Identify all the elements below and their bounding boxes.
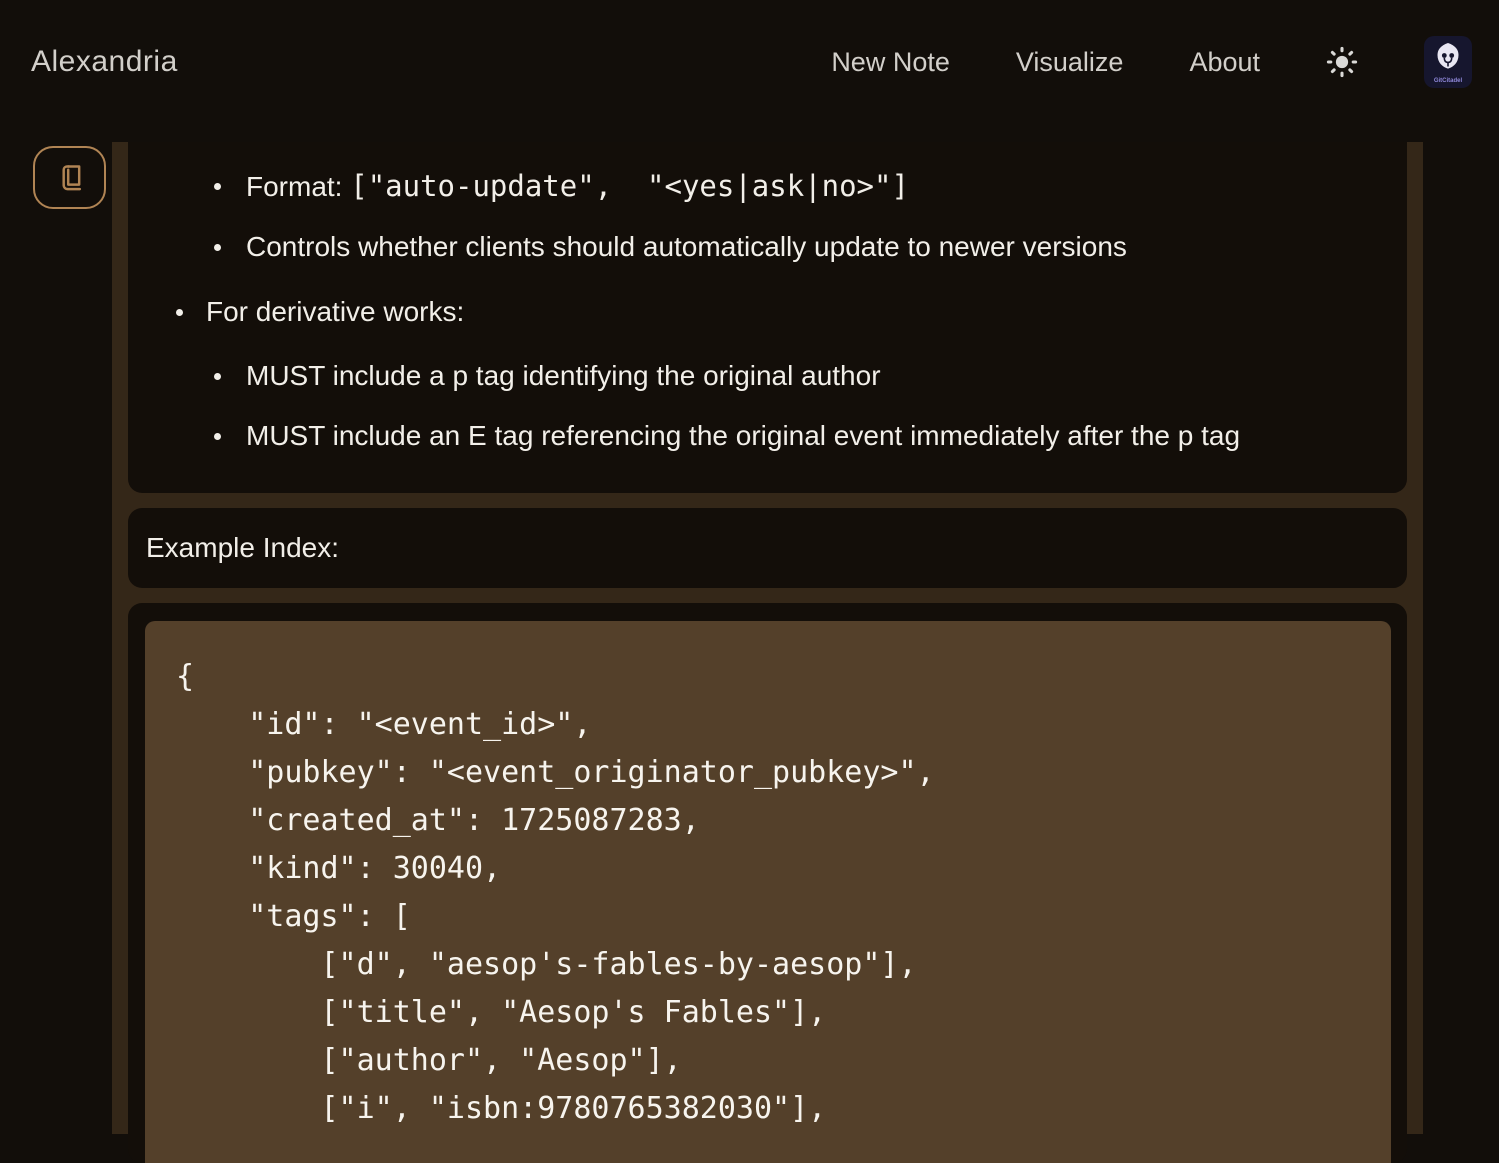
spec-rules-card: Format: ["auto-update", "<yes|ask|no>"] … xyxy=(128,142,1407,493)
example-index-label: Example Index: xyxy=(146,532,339,564)
top-nav-bar: Alexandria New Note Visualize About xyxy=(0,0,1499,142)
bullet-dot xyxy=(214,433,221,440)
list-item-text: For derivative works: xyxy=(206,292,464,332)
bullet-dot xyxy=(214,373,221,380)
sidebar-toggle-button[interactable] xyxy=(33,146,106,209)
document-panel: Format: ["auto-update", "<yes|ask|no>"] … xyxy=(112,142,1423,1134)
example-code-card: { "id": "<event_id>", "pubkey": "<event_… xyxy=(128,603,1407,1163)
nav-links: New Note Visualize About xyxy=(831,34,1472,90)
sun-icon xyxy=(1326,46,1358,78)
list-item-text: MUST include a p tag identifying the ori… xyxy=(246,356,881,396)
list-item-format: Format: ["auto-update", "<yes|ask|no>"] xyxy=(152,166,1383,207)
bullet-dot xyxy=(214,183,221,190)
list-item-text: Format: ["auto-update", "<yes|ask|no>"] xyxy=(246,166,909,207)
list-item-controls: Controls whether clients should automati… xyxy=(152,227,1383,267)
nav-new-note[interactable]: New Note xyxy=(831,47,950,78)
app-title[interactable]: Alexandria xyxy=(31,45,178,79)
list-item-must-p: MUST include a p tag identifying the ori… xyxy=(152,356,1383,396)
nav-visualize[interactable]: Visualize xyxy=(1016,47,1124,78)
json-code-block: { "id": "<event_id>", "pubkey": "<event_… xyxy=(145,621,1391,1163)
list-item-must-e: MUST include an E tag referencing the or… xyxy=(152,416,1383,456)
bullet-dot xyxy=(176,309,183,316)
gitcitadel-logo[interactable]: GitCitadel xyxy=(1424,36,1472,88)
theme-toggle-button[interactable] xyxy=(1326,46,1358,78)
nav-about[interactable]: About xyxy=(1189,47,1260,78)
example-index-card: Example Index: xyxy=(128,508,1407,588)
gitcitadel-shield-icon: GitCitadel xyxy=(1424,36,1472,88)
book-icon xyxy=(54,162,85,193)
list-item-derivative: For derivative works: xyxy=(152,292,1383,332)
bullet-dot xyxy=(214,244,221,251)
inline-code: ["auto-update", "<yes|ask|no>"] xyxy=(350,169,909,203)
list-item-text: Controls whether clients should automati… xyxy=(246,227,1127,267)
logo-label: GitCitadel xyxy=(1434,78,1463,84)
list-item-text: MUST include an E tag referencing the or… xyxy=(246,416,1240,456)
